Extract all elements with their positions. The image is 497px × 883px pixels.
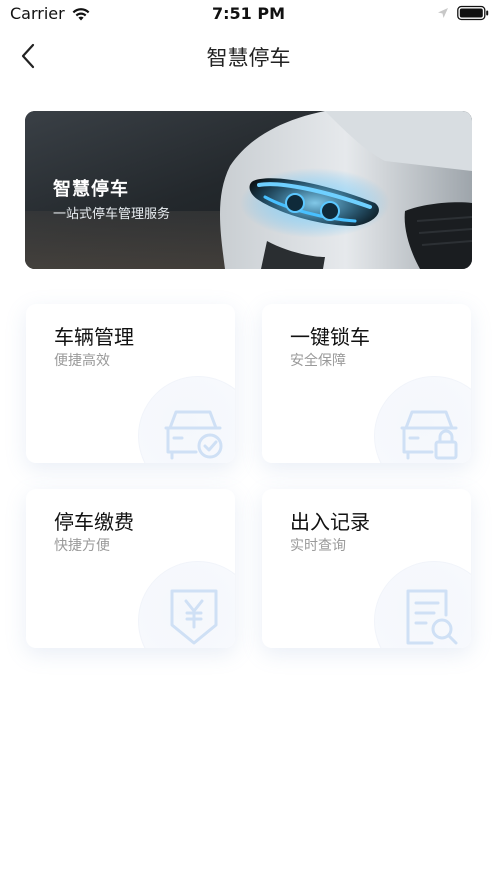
card-subtitle: 安全保障 [290,353,346,369]
card-subtitle: 便捷高效 [54,353,110,369]
car-check-icon [164,410,223,460]
vehicle-management-card[interactable]: 车辆管理 便捷高效 [26,304,235,463]
banner-subtitle: 一站式停车管理服务 [53,207,171,222]
document-search-icon [406,589,458,645]
card-title: 停车缴费 [54,510,134,534]
entry-exit-record-card[interactable]: 出入记录 实时查询 [262,489,471,648]
parking-payment-card[interactable]: 停车缴费 快捷方便 [26,489,235,648]
page-title: 智慧停车 [206,46,291,70]
card-title: 车辆管理 [54,325,134,349]
location-arrow-icon [438,8,448,18]
banner-title: 智慧停车 [53,179,129,200]
card-subtitle: 快捷方便 [54,538,110,554]
status-time: 7:51 PM [211,4,285,23]
yen-payment-icon [170,589,218,645]
status-right-group [437,5,489,21]
car-lock-icon [400,410,458,460]
nav-bar: 智慧停车 [0,30,497,82]
one-click-lock-card[interactable]: 一键锁车 安全保障 [262,304,471,463]
card-title: 一键锁车 [290,325,370,349]
card-subtitle: 实时查询 [290,538,346,554]
status-bar: Carrier 7:51 PM [0,0,497,28]
battery-icon [457,5,489,21]
card-title: 出入记录 [290,510,370,534]
promo-banner[interactable]: 智慧停车 一站式停车管理服务 [25,111,472,269]
